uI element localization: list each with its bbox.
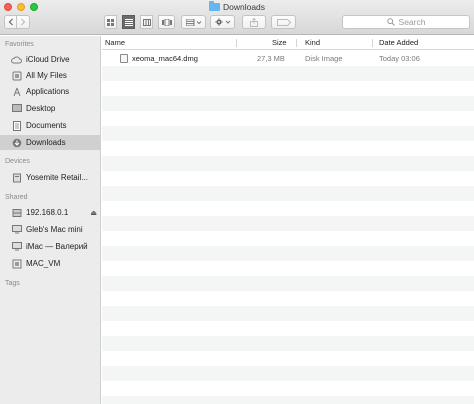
empty-row <box>102 81 474 96</box>
documents-icon <box>11 120 22 131</box>
file-kind: Disk Image <box>305 54 343 63</box>
icon-view-icon <box>107 18 114 26</box>
mac-mini-icon <box>11 225 22 235</box>
arrange-icon <box>185 18 201 26</box>
sidebar-item-icloud-drive[interactable]: iCloud Drive <box>0 52 100 67</box>
chevron-left-icon <box>8 18 13 26</box>
empty-row <box>102 126 474 141</box>
search-field[interactable]: Search <box>342 15 470 29</box>
cover-flow-view-button[interactable] <box>158 15 175 29</box>
empty-row <box>102 276 474 291</box>
disk-icon <box>11 173 22 183</box>
forward-button[interactable] <box>17 15 30 29</box>
sidebar-item-desktop[interactable]: Desktop <box>0 101 100 116</box>
search-icon <box>386 18 395 26</box>
downloads-icon <box>11 138 22 148</box>
column-view-icon <box>142 18 151 26</box>
window-title: Downloads <box>0 1 474 12</box>
empty-row <box>102 261 474 276</box>
empty-row <box>102 216 474 231</box>
icon-view-button[interactable] <box>104 15 117 29</box>
list-view-button[interactable] <box>122 15 135 29</box>
empty-row <box>102 336 474 351</box>
empty-row <box>102 231 474 246</box>
vm-icon <box>11 259 22 269</box>
file-date-added: Today 03:06 <box>379 54 420 63</box>
empty-row <box>102 381 474 396</box>
list-view-icon <box>124 18 133 26</box>
search-placeholder: Search <box>398 17 426 27</box>
file-size: 27,3 MB <box>257 54 285 63</box>
window-toolbar: Downloads Search <box>0 0 474 35</box>
sidebar-item-glebs-mac-mini[interactable]: Gleb's Mac mini <box>0 222 100 237</box>
empty-row <box>102 141 474 156</box>
empty-row <box>102 156 474 171</box>
sidebar-item-192-168-0-1[interactable]: 192.168.0.1 ⏏ <box>0 205 100 220</box>
empty-row <box>102 111 474 126</box>
column-separator[interactable] <box>296 39 297 47</box>
column-view-button[interactable] <box>140 15 153 29</box>
tag-icon <box>276 18 291 26</box>
empty-row <box>102 171 474 186</box>
chevron-right-icon <box>21 18 26 26</box>
column-header-kind[interactable]: Kind <box>305 36 320 50</box>
sidebar-item-downloads[interactable]: Downloads <box>0 135 100 150</box>
file-name: xeoma_mac64.dmg <box>132 54 198 63</box>
tag-button[interactable] <box>271 15 296 29</box>
empty-row <box>102 96 474 111</box>
file-list: Name Size Kind Date Added xeoma_mac64.dm… <box>102 36 474 404</box>
empty-row <box>102 186 474 201</box>
empty-row <box>102 306 474 321</box>
sidebar-item-imac-valeriy[interactable]: iMac — Валерий <box>0 239 100 254</box>
column-header-row: Name Size Kind Date Added <box>102 36 474 50</box>
column-header-date-added[interactable]: Date Added <box>379 36 418 50</box>
applications-icon <box>11 87 22 97</box>
sidebar-item-yosemite-retail[interactable]: Yosemite Retail... <box>0 170 100 185</box>
action-button[interactable] <box>210 15 235 29</box>
empty-row <box>102 246 474 261</box>
desktop-icon <box>11 104 22 114</box>
empty-row <box>102 366 474 381</box>
arrange-button[interactable] <box>181 15 206 29</box>
imac-icon <box>11 242 22 252</box>
sidebar-item-mac-vm[interactable]: MAC_VM <box>0 256 100 271</box>
cloud-icon <box>11 55 22 65</box>
share-icon <box>250 17 258 27</box>
empty-row <box>102 351 474 366</box>
empty-row <box>102 291 474 306</box>
empty-row <box>102 321 474 336</box>
column-separator[interactable] <box>236 39 237 47</box>
sidebar: Favorites iCloud Drive All My Files Appl… <box>0 36 101 404</box>
sidebar-section-devices: Devices <box>5 158 30 165</box>
sidebar-item-documents[interactable]: Documents <box>0 118 100 133</box>
cover-flow-view-icon <box>161 18 172 26</box>
sidebar-section-tags: Tags <box>5 280 20 287</box>
file-row[interactable]: xeoma_mac64.dmg 27,3 MB Disk Image Today… <box>102 51 474 66</box>
sidebar-section-shared: Shared <box>5 194 28 201</box>
sidebar-section-favorites: Favorites <box>5 41 34 48</box>
sidebar-item-applications[interactable]: Applications <box>0 84 100 99</box>
column-separator[interactable] <box>372 39 373 47</box>
folder-icon <box>208 1 220 11</box>
disk-image-icon <box>120 54 128 63</box>
share-button[interactable] <box>242 15 266 29</box>
all-files-icon <box>11 71 22 81</box>
server-icon <box>11 208 22 218</box>
gear-icon <box>214 18 230 26</box>
empty-row <box>102 66 474 81</box>
eject-icon[interactable]: ⏏ <box>90 209 97 217</box>
column-header-size[interactable]: Size <box>272 36 287 50</box>
column-header-name[interactable]: Name <box>105 36 125 50</box>
sidebar-item-all-my-files[interactable]: All My Files <box>0 68 100 83</box>
empty-row <box>102 396 474 404</box>
back-button[interactable] <box>4 15 17 29</box>
empty-row <box>102 201 474 216</box>
